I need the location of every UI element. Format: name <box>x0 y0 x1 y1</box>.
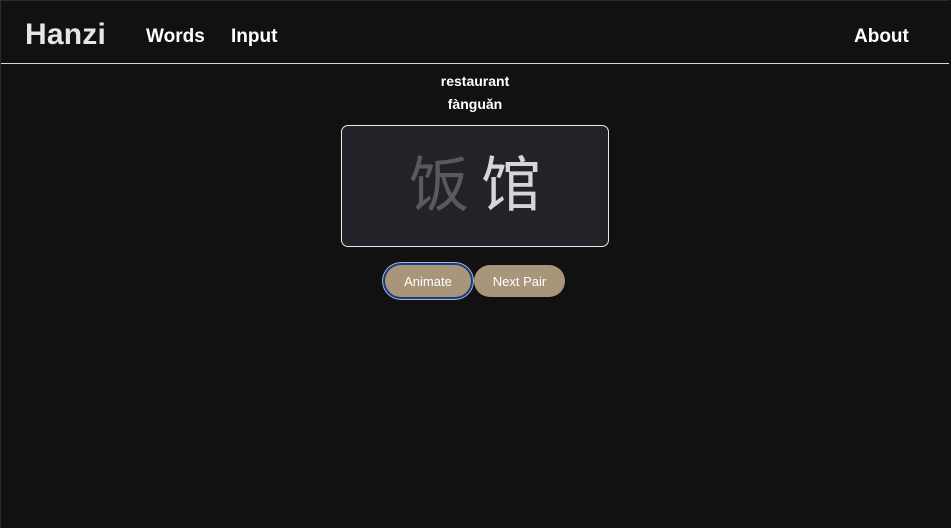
hanzi-character-1: 饭 <box>409 151 469 221</box>
next-pair-button[interactable]: Next Pair <box>474 265 565 297</box>
brand-logo-link[interactable]: Hanzi <box>25 18 106 52</box>
word-meaning: restaurant <box>440 73 510 89</box>
app-window: Hanzi Words Input About restaurant fàngu… <box>0 0 951 528</box>
nav-link-words[interactable]: Words <box>146 26 205 48</box>
character-display-card: 饭 馆 <box>341 125 609 247</box>
nav-link-about[interactable]: About <box>854 26 909 48</box>
animate-button[interactable]: Animate <box>385 265 471 297</box>
word-pinyin: fànguǎn <box>447 96 503 112</box>
top-navigation-bar: Hanzi Words Input About <box>1 0 949 64</box>
hanzi-character-2: 馆 <box>481 151 541 221</box>
nav-link-input[interactable]: Input <box>231 26 277 48</box>
